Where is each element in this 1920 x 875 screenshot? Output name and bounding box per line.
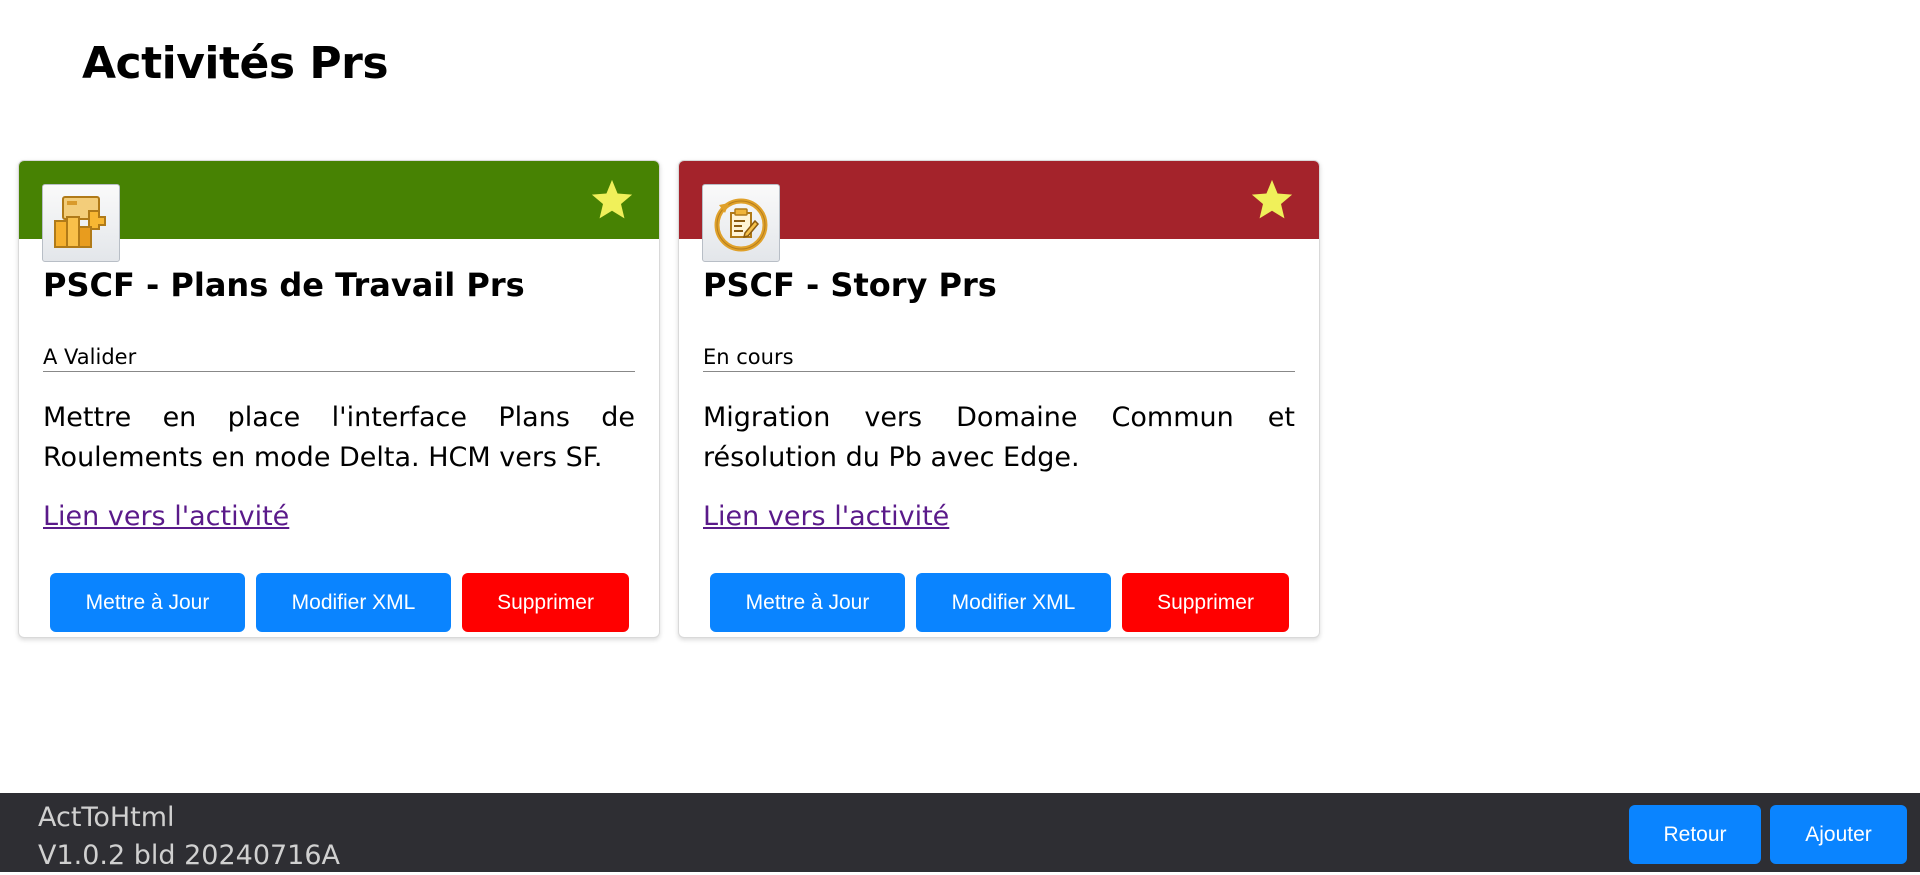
delete-button[interactable]: Supprimer: [462, 573, 629, 632]
activity-card: PSCF - Story Prs En cours Migration vers…: [678, 160, 1320, 638]
app-info: ActToHtml V1.0.2 bld 20240716A: [38, 799, 340, 875]
add-button[interactable]: Ajouter: [1770, 805, 1907, 864]
footer-actions: Retour Ajouter: [1629, 805, 1907, 864]
back-button[interactable]: Retour: [1629, 805, 1761, 864]
activity-link[interactable]: Lien vers l'activité: [703, 501, 949, 532]
update-button[interactable]: Mettre à Jour: [710, 573, 905, 632]
card-description: Migration vers Domaine Commun et résolut…: [703, 402, 1295, 473]
activity-cards: PSCF - Plans de Travail Prs A Valider Me…: [18, 160, 1320, 638]
status-label: En cours: [703, 345, 1295, 372]
delete-button[interactable]: Supprimer: [1122, 573, 1289, 632]
status-label: A Valider: [43, 345, 635, 372]
edit-xml-button[interactable]: Modifier XML: [256, 573, 451, 632]
card-body: PSCF - Story Prs En cours Migration vers…: [679, 239, 1319, 532]
card-actions: Mettre à Jour Modifier XML Supprimer: [50, 573, 629, 632]
app-name: ActToHtml: [38, 802, 175, 833]
update-button[interactable]: Mettre à Jour: [50, 573, 245, 632]
app-version: V1.0.2 bld 20240716A: [38, 840, 341, 871]
footer-bar: ActToHtml V1.0.2 bld 20240716A Retour Aj…: [0, 793, 1920, 872]
page-title: Activités Prs: [82, 38, 389, 89]
card-description: Mettre en place l'interface Plans de Rou…: [43, 402, 635, 473]
card-actions: Mettre à Jour Modifier XML Supprimer: [710, 573, 1289, 632]
refresh-document-icon: [702, 184, 780, 262]
puzzle-pieces-icon: [42, 184, 120, 262]
edit-xml-button[interactable]: Modifier XML: [916, 573, 1111, 632]
star-icon[interactable]: [589, 177, 635, 223]
card-title: PSCF - Story Prs: [703, 266, 997, 304]
card-body: PSCF - Plans de Travail Prs A Valider Me…: [19, 239, 659, 532]
card-title: PSCF - Plans de Travail Prs: [43, 266, 525, 304]
star-icon[interactable]: [1249, 177, 1295, 223]
activity-card: PSCF - Plans de Travail Prs A Valider Me…: [18, 160, 660, 638]
activity-link[interactable]: Lien vers l'activité: [43, 501, 289, 532]
